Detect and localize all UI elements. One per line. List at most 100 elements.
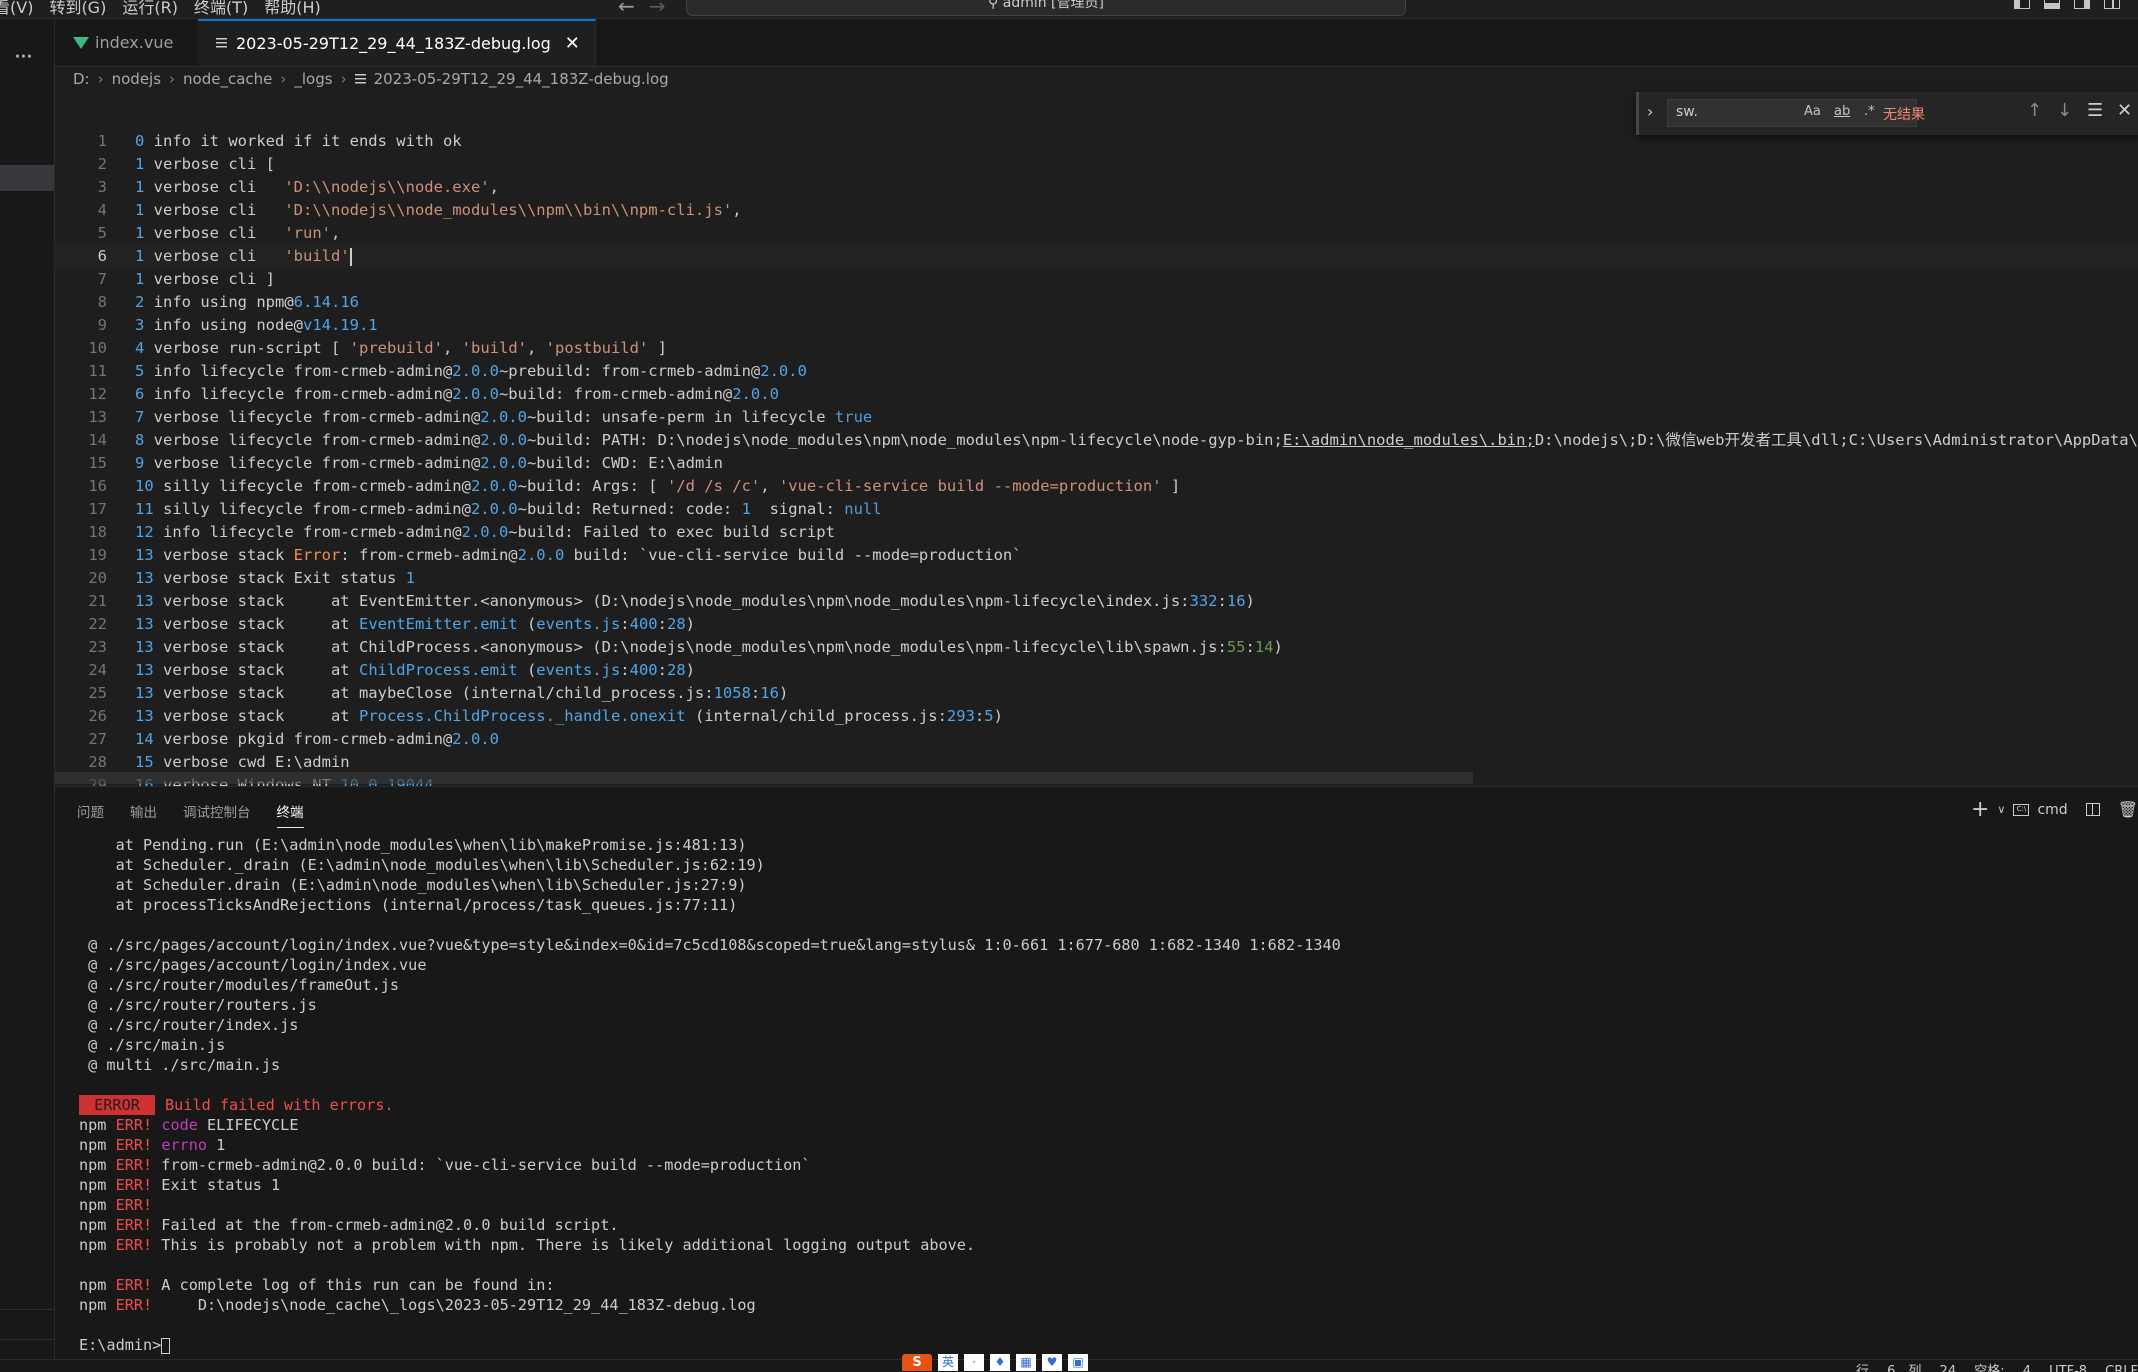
line-number: 1 — [97, 132, 107, 150]
editor-line[interactable]: 13 7 verbose lifecycle from-crmeb-admin@2… — [55, 406, 2138, 429]
breadcrumb-item[interactable]: 2023-05-29T12_29_44_183Z-debug.log — [374, 70, 669, 88]
editor-line[interactable]: 26 13 verbose stack at Process.ChildProce… — [55, 705, 2138, 728]
menu-help[interactable]: 帮助(H) — [264, 0, 337, 18]
editor-line[interactable]: 4 1 verbose cli 'D:\\nodejs\\node_modules… — [55, 199, 2138, 222]
find-input[interactable]: sw. Aa ab .* — [1667, 99, 1917, 127]
close-icon[interactable]: ✕ — [2117, 100, 2132, 121]
tab-debug-log[interactable]: 2023-05-29T12_29_44_183Z-debug.log ✕ — [198, 19, 596, 66]
ime-lang-toggle[interactable]: 英 — [938, 1354, 958, 1371]
breadcrumb-item[interactable]: _logs — [294, 70, 332, 88]
ime-voice-icon[interactable]: ♦ — [990, 1354, 1010, 1371]
split-terminal-icon[interactable] — [2085, 803, 2100, 816]
ime-skin-icon[interactable]: ♥ — [1042, 1354, 1062, 1371]
horizontal-scrollbar[interactable] — [55, 772, 1473, 784]
toggle-panel-icon[interactable] — [2044, 0, 2060, 9]
previous-match-icon[interactable]: ↑ — [2027, 100, 2042, 121]
editor-line[interactable]: 9 3 info using node@v14.19.1 — [55, 314, 2138, 337]
editor-line[interactable]: 17 11 silly lifecycle from-crmeb-admin@2.… — [55, 498, 2138, 521]
editor-line[interactable]: 19 13 verbose stack Error: from-crmeb-adm… — [55, 544, 2138, 567]
editor-line[interactable]: 8 2 info using npm@6.14.16 — [55, 291, 2138, 314]
breadcrumb-item[interactable]: node_cache — [183, 70, 272, 88]
customize-layout-icon[interactable] — [2104, 0, 2120, 9]
chevron-down-icon[interactable]: ∨ — [1997, 803, 2005, 816]
find-in-selection-icon[interactable]: ☰ — [2087, 100, 2103, 121]
tab-index-vue[interactable]: index.vue — [55, 19, 198, 66]
editor-line[interactable]: 18 12 info lifecycle from-crmeb-admin@2.0… — [55, 521, 2138, 544]
editor-line[interactable]: 20 13 verbose stack Exit status 1 — [55, 567, 2138, 590]
chevron-right-icon: › — [280, 70, 287, 88]
line-content: 13 verbose stack at Process.ChildProcess… — [135, 707, 1003, 725]
editor-line[interactable]: 21 13 verbose stack at EventEmitter.<anon… — [55, 590, 2138, 613]
terminal-line: E:\admin> — [79, 1335, 2129, 1355]
line-number: 14 — [88, 431, 107, 449]
editor-line[interactable]: 25 13 verbose stack at maybeClose (intern… — [55, 682, 2138, 705]
line-number: 9 — [97, 316, 107, 334]
breadcrumb-item[interactable]: nodejs — [112, 70, 161, 88]
match-whole-word-icon[interactable]: ab — [1834, 104, 1850, 119]
line-number: 13 — [88, 408, 107, 426]
ime-toolbox-icon[interactable]: ▣ — [1068, 1354, 1088, 1371]
match-case-icon[interactable]: Aa — [1804, 104, 1821, 119]
more-actions-icon[interactable]: ··· — [14, 45, 33, 70]
editor-line[interactable]: 22 13 verbose stack at EventEmitter.emit … — [55, 613, 2138, 636]
tab-output[interactable]: 输出 — [130, 801, 157, 828]
terminal-output[interactable]: at Pending.run (E:\admin\node_modules\wh… — [79, 835, 2129, 1355]
sogou-logo[interactable]: S — [902, 1354, 932, 1371]
terminal-line: @ multi ./src/main.js — [79, 1056, 281, 1074]
tab-terminal[interactable]: 终端 — [276, 801, 304, 828]
editor-line[interactable]: 7 1 verbose cli ] — [55, 268, 2138, 291]
rail-divider — [0, 1309, 54, 1310]
editor-line[interactable]: 24 13 verbose stack at ChildProcess.emit … — [55, 659, 2138, 682]
line-number: 5 — [97, 224, 107, 242]
editor-line[interactable]: 14 8 verbose lifecycle from-crmeb-admin@2… — [55, 429, 2138, 452]
line-number: 22 — [88, 615, 107, 633]
tab-debug-console[interactable]: 调试控制台 — [183, 801, 251, 828]
tab-problems[interactable]: 问题 — [77, 801, 104, 828]
menu-goto[interactable]: 转到(G) — [49, 0, 122, 18]
editor-line[interactable]: 11 5 info lifecycle from-crmeb-admin@2.0.… — [55, 360, 2138, 383]
menu-terminal[interactable]: 终端(T) — [194, 0, 264, 18]
command-center[interactable]: ⚲ admin [管理员] — [686, 0, 1406, 16]
ime-punct-icon[interactable]: · — [964, 1354, 984, 1371]
line-content: 14 verbose pkgid from-crmeb-admin@2.0.0 — [135, 730, 499, 748]
next-match-icon[interactable]: ↓ — [2057, 100, 2072, 121]
breadcrumb-item[interactable]: D: — [73, 70, 90, 88]
toggle-primary-sidebar-icon[interactable] — [2014, 0, 2030, 9]
close-icon[interactable]: ✕ — [565, 33, 580, 54]
line-content: 13 verbose stack at ChildProcess.<anonym… — [135, 638, 1283, 656]
use-regex-icon[interactable]: .* — [1864, 104, 1875, 119]
chevron-right-icon: › — [169, 70, 176, 88]
line-number: 3 — [97, 178, 107, 196]
editor-line[interactable]: 27 14 verbose pkgid from-crmeb-admin@2.0.… — [55, 728, 2138, 751]
new-terminal-icon[interactable]: + — [1971, 797, 1989, 822]
tab-label: index.vue — [95, 33, 174, 52]
terminal-shell-label[interactable]: cmd — [2037, 802, 2067, 818]
toggle-replace-icon[interactable]: › — [1647, 102, 1653, 121]
menu-run[interactable]: 运行(R) — [122, 0, 194, 18]
editor-line[interactable]: 10 4 verbose run-script [ 'prebuild', 'bu… — [55, 337, 2138, 360]
rail-active-item[interactable] — [0, 165, 54, 191]
title-bar: 查看(V) 转到(G) 运行(R) 终端(T) 帮助(H) ← → ⚲ admi… — [0, 0, 2138, 19]
trash-icon[interactable]: 🗑 — [2118, 800, 2138, 819]
menu-view[interactable]: 查看(V) — [0, 0, 49, 18]
editor-line[interactable]: 28 15 verbose cwd E:\admin — [55, 751, 2138, 774]
terminal-line: npm ERR! — [79, 1196, 153, 1214]
toggle-secondary-sidebar-icon[interactable] — [2074, 0, 2090, 9]
ime-keyboard-icon[interactable]: ▦ — [1016, 1354, 1036, 1371]
editor-line[interactable]: 3 1 verbose cli 'D:\\nodejs\\node.exe', — [55, 176, 2138, 199]
editor-line[interactable]: 6 1 verbose cli 'build' — [55, 245, 2138, 268]
editor-line[interactable]: 23 13 verbose stack at ChildProcess.<anon… — [55, 636, 2138, 659]
editor-line[interactable]: 15 9 verbose lifecycle from-crmeb-admin@2… — [55, 452, 2138, 475]
status-right[interactable]: 行 6，列 24 空格: 4 UTF-8 CRLF — [1856, 1360, 2138, 1372]
editor-line[interactable]: 5 1 verbose cli 'run', — [55, 222, 2138, 245]
terminal-line: npm ERR! code ELIFECYCLE — [79, 1116, 299, 1134]
terminal-line: npm ERR! This is probably not a problem … — [79, 1236, 976, 1254]
editor-line[interactable]: 2 1 verbose cli [ — [55, 153, 2138, 176]
line-number: 19 — [88, 546, 107, 564]
editor-line[interactable]: 12 6 info lifecycle from-crmeb-admin@2.0.… — [55, 383, 2138, 406]
forward-arrow-icon[interactable]: → — [649, 0, 666, 18]
back-arrow-icon[interactable]: ← — [618, 0, 635, 18]
editor-line[interactable]: 16 10 silly lifecycle from-crmeb-admin@2.… — [55, 475, 2138, 498]
find-input-value: sw. — [1676, 104, 1698, 120]
code-editor[interactable]: 1 0 info it worked if it ends with ok 2 1 v… — [55, 130, 2138, 786]
